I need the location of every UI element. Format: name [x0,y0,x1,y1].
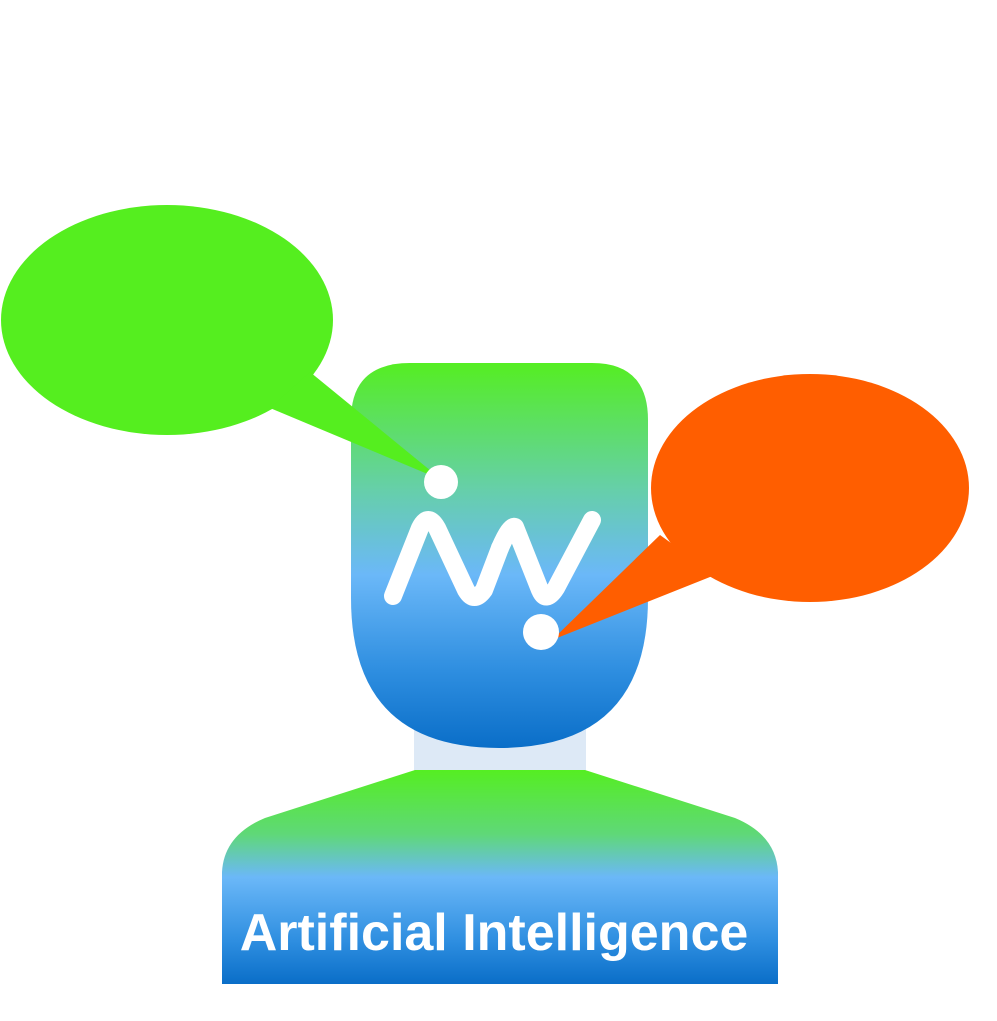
ai-illustration: Artificial Intelligence [0,0,997,1021]
caption-text: Artificial Intelligence [240,904,749,962]
illustration-canvas: Artificial Intelligence [1,205,969,984]
speech-bubble-icon [1,205,442,480]
